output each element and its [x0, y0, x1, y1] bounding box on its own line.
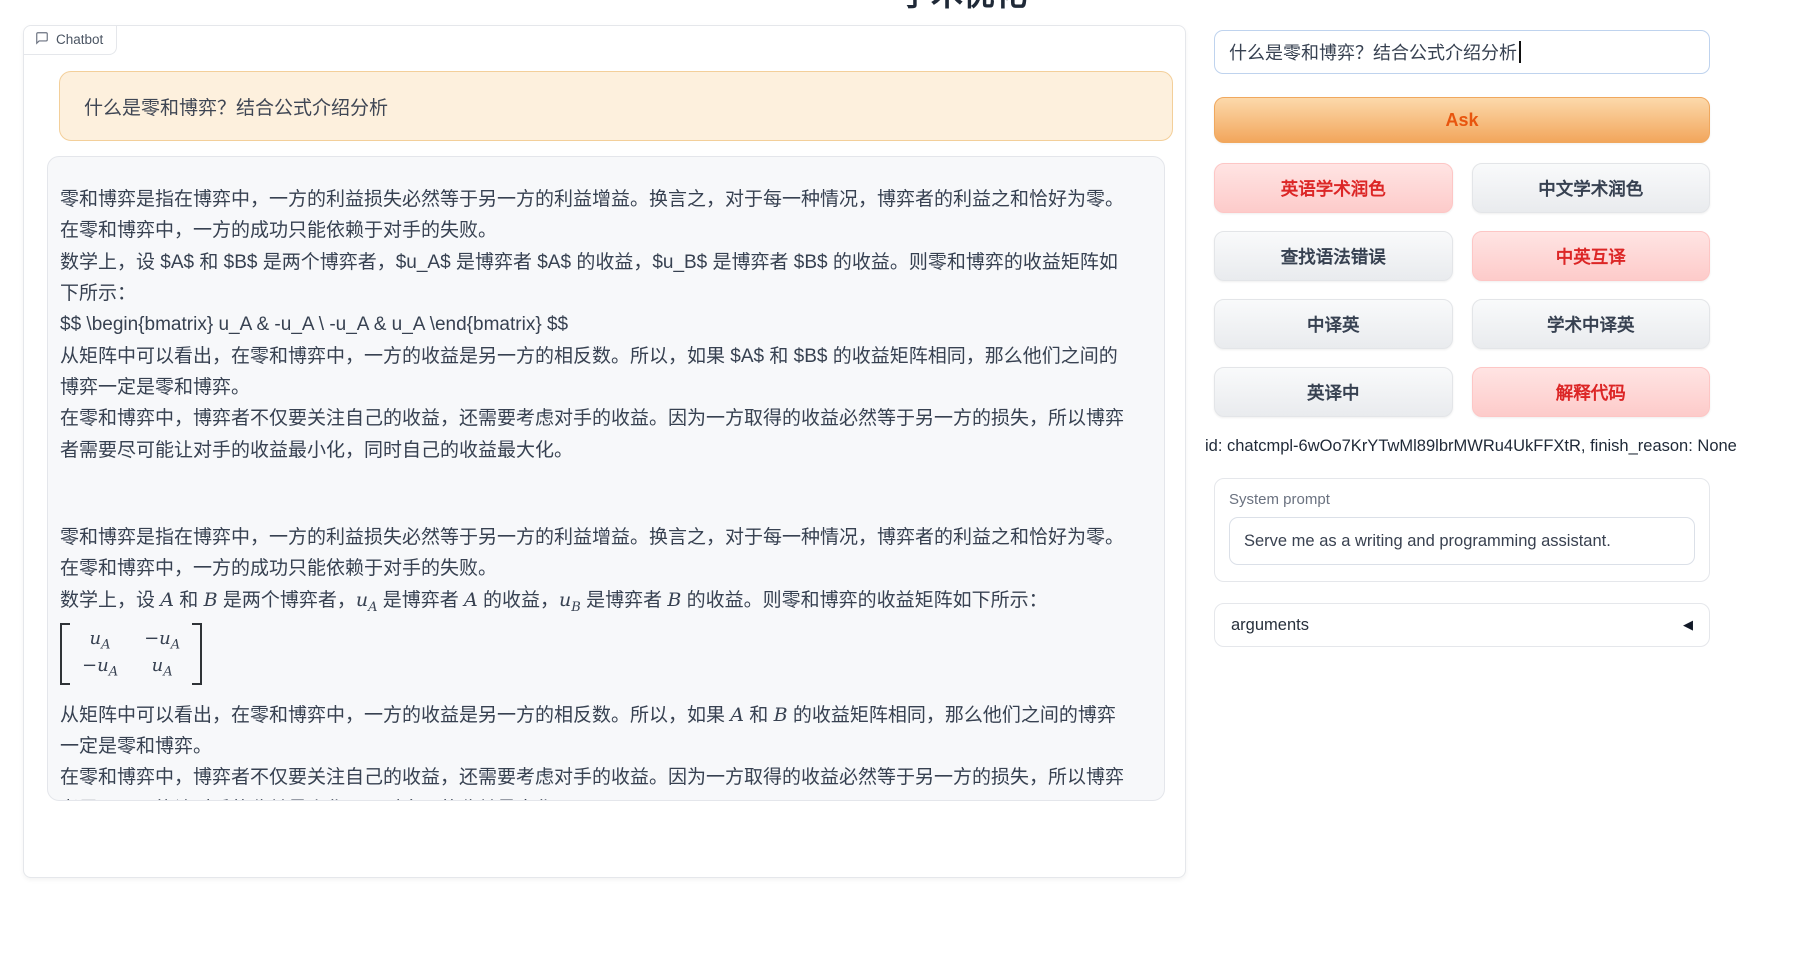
system-prompt-label: System prompt: [1229, 491, 1695, 508]
function-button[interactable]: 查找语法错误: [1214, 231, 1453, 281]
math-variable: B: [667, 589, 681, 611]
system-prompt-input[interactable]: Serve me as a writing and programming as…: [1229, 517, 1695, 565]
status-line: id: chatcmpl-6wOo7KrYTwMl89lbrMWRu4UkFFX…: [1205, 437, 1737, 456]
controls-column: 什么是零和博弈？结合公式介绍分析 Ask 英语学术润色中文学术润色查找语法错误中…: [1214, 0, 1710, 700]
assistant-rendered-line: 零和博弈是指在博弈中，一方的利益损失必然等于另一方的利益增益。换言之，对于每一种…: [60, 522, 1134, 585]
question-input-value: 什么是零和博弈？结合公式介绍分析: [1229, 39, 1517, 65]
math-variable: −uA: [82, 654, 118, 681]
math-variable: uB: [559, 589, 581, 611]
math-variable: B: [774, 704, 788, 726]
message-gap: [60, 466, 1134, 522]
assistant-raw-line: $$ \begin{bmatrix} u_A & -u_A \ -u_A & u…: [60, 309, 1134, 340]
arguments-accordion-label: arguments: [1231, 616, 1309, 635]
assistant-rendered-line: 数学上，设 A 和 B 是两个博弈者，uA 是博弈者 A 的收益，uB 是博弈者…: [60, 585, 1134, 618]
arguments-accordion[interactable]: arguments ◀: [1214, 603, 1710, 647]
assistant-rendered-line: 从矩阵中可以看出，在零和博弈中，一方的收益是另一方的相反数。所以，如果 A 和 …: [60, 700, 1134, 763]
system-prompt-value: Serve me as a writing and programming as…: [1244, 532, 1611, 551]
assistant-raw-line: 零和博弈是指在博弈中，一方的利益损失必然等于另一方的利益增益。换言之，对于每一种…: [60, 184, 1134, 247]
assistant-message: 零和博弈是指在博弈中，一方的利益损失必然等于另一方的利益增益。换言之，对于每一种…: [47, 156, 1165, 801]
matrix-right-bracket: [192, 623, 202, 685]
user-message-text: 什么是零和博弈？结合公式介绍分析: [84, 93, 388, 120]
assistant-raw-line: 在零和博弈中，博弈者不仅要关注自己的收益，还需要考虑对手的收益。因为一方取得的收…: [60, 403, 1134, 466]
math-variable: A: [464, 589, 478, 611]
chatbot-panel[interactable]: Chatbot 什么是零和博弈？结合公式介绍分析 零和博弈是指在博弈中，一方的利…: [23, 25, 1186, 878]
math-variable: uA: [82, 627, 118, 654]
function-button[interactable]: 中文学术润色: [1472, 163, 1711, 213]
question-input[interactable]: 什么是零和博弈？结合公式介绍分析: [1214, 30, 1710, 74]
function-button-grid: 英语学术润色中文学术润色查找语法错误中英互译中译英学术中译英英译中解释代码: [1214, 163, 1710, 417]
user-message-bubble: 什么是零和博弈？结合公式介绍分析: [59, 71, 1173, 141]
assistant-raw-line: 数学上，设 $A$ 和 $B$ 是两个博弈者，$u_A$ 是博弈者 $A$ 的收…: [60, 247, 1134, 310]
text-cursor: [1519, 41, 1521, 63]
math-variable: −uA: [144, 627, 180, 654]
function-button[interactable]: 学术中译英: [1472, 299, 1711, 349]
function-button[interactable]: 英译中: [1214, 367, 1453, 417]
math-variable: A: [160, 589, 174, 611]
function-button[interactable]: 英语学术润色: [1214, 163, 1453, 213]
chatbot-label-text: Chatbot: [56, 32, 103, 47]
chatbot-label: Chatbot: [24, 26, 117, 55]
ask-button[interactable]: Ask: [1214, 97, 1710, 143]
function-button[interactable]: 解释代码: [1472, 367, 1711, 417]
chat-bubble-icon: [35, 31, 49, 48]
payoff-matrix: uA−uA−uAuA: [60, 623, 1134, 696]
app-root: 学术优化 Chatbot 什么是零和博弈？结合公式介绍分析 零和博弈是指在博弈中…: [0, 0, 1814, 961]
function-button[interactable]: 中译英: [1214, 299, 1453, 349]
assistant-rendered-line: 在零和博弈中，博弈者不仅要关注自己的收益，还需要考虑对手的收益。因为一方取得的收…: [60, 762, 1134, 801]
assistant-raw-line: 从矩阵中可以看出，在零和博弈中，一方的收益是另一方的相反数。所以，如果 $A$ …: [60, 341, 1134, 404]
function-button[interactable]: 中英互译: [1472, 231, 1711, 281]
matrix-left-bracket: [60, 623, 70, 685]
math-variable: A: [730, 704, 744, 726]
math-variable: uA: [356, 589, 378, 611]
accordion-collapse-icon: ◀: [1683, 617, 1693, 633]
system-prompt-group: System prompt Serve me as a writing and …: [1214, 478, 1710, 582]
math-variable: B: [204, 589, 218, 611]
math-variable: uA: [144, 654, 180, 681]
